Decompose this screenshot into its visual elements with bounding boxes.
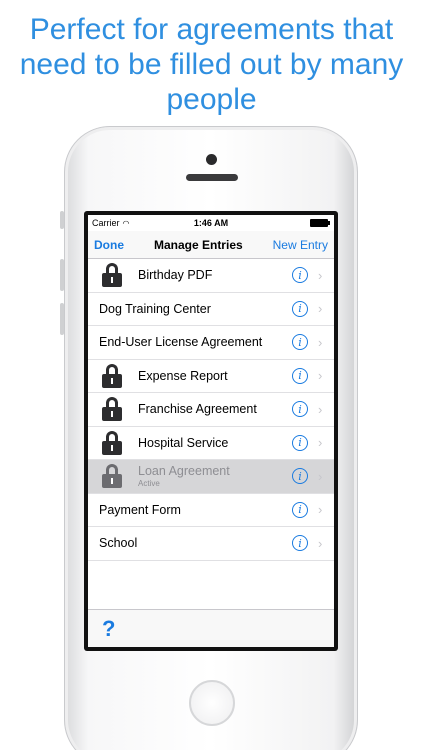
headline: Perfect for agreements that need to be f… bbox=[19, 13, 404, 116]
chevron-right-icon: › bbox=[318, 334, 323, 350]
info-icon[interactable]: i bbox=[292, 468, 308, 485]
entry-list: Birthday PDF i › Dog Training Center i › End-U… bbox=[88, 259, 334, 561]
chevron-right-icon: › bbox=[318, 267, 323, 283]
new-entry-button[interactable]: New Entry bbox=[273, 238, 328, 252]
chevron-right-icon: › bbox=[318, 468, 323, 484]
info-icon[interactable]: i bbox=[292, 300, 308, 317]
entry-label: Loan Agreement bbox=[138, 464, 230, 479]
entry-label: Hospital Service bbox=[138, 435, 229, 450]
entry-subtitle: Active bbox=[138, 479, 160, 489]
table-row[interactable]: Franchise Agreement i › bbox=[88, 393, 334, 427]
info-icon[interactable]: i bbox=[292, 535, 308, 552]
table-row[interactable]: End-User License Agreement i › bbox=[88, 326, 334, 360]
row-text: Loan Agreement Active bbox=[138, 464, 292, 488]
status-bar: Carrier ◠ 1:46 AM bbox=[88, 215, 334, 231]
mute-switch bbox=[60, 211, 64, 229]
entry-label: Payment Form bbox=[99, 502, 181, 517]
row-text: Dog Training Center bbox=[88, 302, 292, 316]
bottom-toolbar: ? bbox=[88, 609, 334, 647]
chevron-right-icon: › bbox=[318, 368, 323, 384]
entry-label: End-User License Agreement bbox=[99, 335, 263, 350]
entry-label: Birthday PDF bbox=[138, 268, 213, 283]
chevron-right-icon: › bbox=[318, 435, 323, 451]
chevron-right-icon: › bbox=[318, 301, 323, 317]
volume-down-button bbox=[60, 303, 64, 335]
entry-label: Dog Training Center bbox=[99, 301, 211, 316]
app-screen: Carrier ◠ 1:46 AM Done Manage Entries Ne… bbox=[88, 215, 334, 647]
entry-label: Expense Report bbox=[138, 368, 228, 383]
row-text: School bbox=[88, 536, 292, 550]
home-button[interactable] bbox=[189, 680, 235, 726]
entry-label: School bbox=[99, 536, 138, 551]
table-row[interactable]: Dog Training Center i › bbox=[88, 293, 334, 326]
help-button[interactable]: ? bbox=[102, 616, 115, 642]
info-icon[interactable]: i bbox=[292, 334, 308, 351]
table-row[interactable]: Payment Form i › bbox=[88, 494, 334, 527]
battery-icon bbox=[310, 219, 330, 227]
earpiece-speaker bbox=[186, 174, 238, 181]
row-text: Franchise Agreement bbox=[138, 402, 292, 416]
info-icon[interactable]: i bbox=[292, 501, 308, 518]
lock-icon bbox=[102, 397, 122, 422]
entry-label: Franchise Agreement bbox=[138, 402, 257, 417]
table-row[interactable]: School i › bbox=[88, 527, 334, 561]
row-text: Birthday PDF bbox=[138, 268, 292, 282]
lock-icon bbox=[102, 464, 122, 489]
row-text: Payment Form bbox=[88, 503, 292, 517]
info-icon[interactable]: i bbox=[292, 267, 308, 284]
done-button[interactable]: Done bbox=[94, 238, 124, 252]
lock-icon bbox=[102, 430, 122, 455]
chevron-right-icon: › bbox=[318, 502, 323, 518]
info-icon[interactable]: i bbox=[292, 434, 308, 451]
lock-icon bbox=[102, 363, 122, 388]
navigation-bar: Done Manage Entries New Entry bbox=[88, 231, 334, 259]
front-camera bbox=[206, 154, 217, 165]
lock-icon bbox=[102, 263, 122, 288]
chevron-right-icon: › bbox=[318, 401, 323, 417]
iphone-frame: Carrier ◠ 1:46 AM Done Manage Entries Ne… bbox=[60, 126, 358, 750]
chevron-right-icon: › bbox=[318, 535, 323, 551]
row-text: Hospital Service bbox=[138, 436, 292, 450]
page-title: Manage Entries bbox=[153, 237, 243, 252]
row-text: Expense Report bbox=[138, 369, 292, 383]
volume-up-button bbox=[60, 259, 64, 291]
info-icon[interactable]: i bbox=[292, 367, 308, 384]
table-row[interactable]: Expense Report i › bbox=[88, 360, 334, 393]
table-row[interactable]: Loan Agreement Active i › bbox=[88, 460, 334, 494]
status-time: 1:46 AM bbox=[193, 218, 229, 228]
info-icon[interactable]: i bbox=[292, 401, 308, 418]
screen-bezel: Carrier ◠ 1:46 AM Done Manage Entries Ne… bbox=[84, 211, 338, 651]
table-row[interactable]: Hospital Service i › bbox=[88, 427, 334, 460]
table-row[interactable]: Birthday PDF i › bbox=[88, 259, 334, 293]
row-text: End-User License Agreement bbox=[88, 335, 292, 349]
